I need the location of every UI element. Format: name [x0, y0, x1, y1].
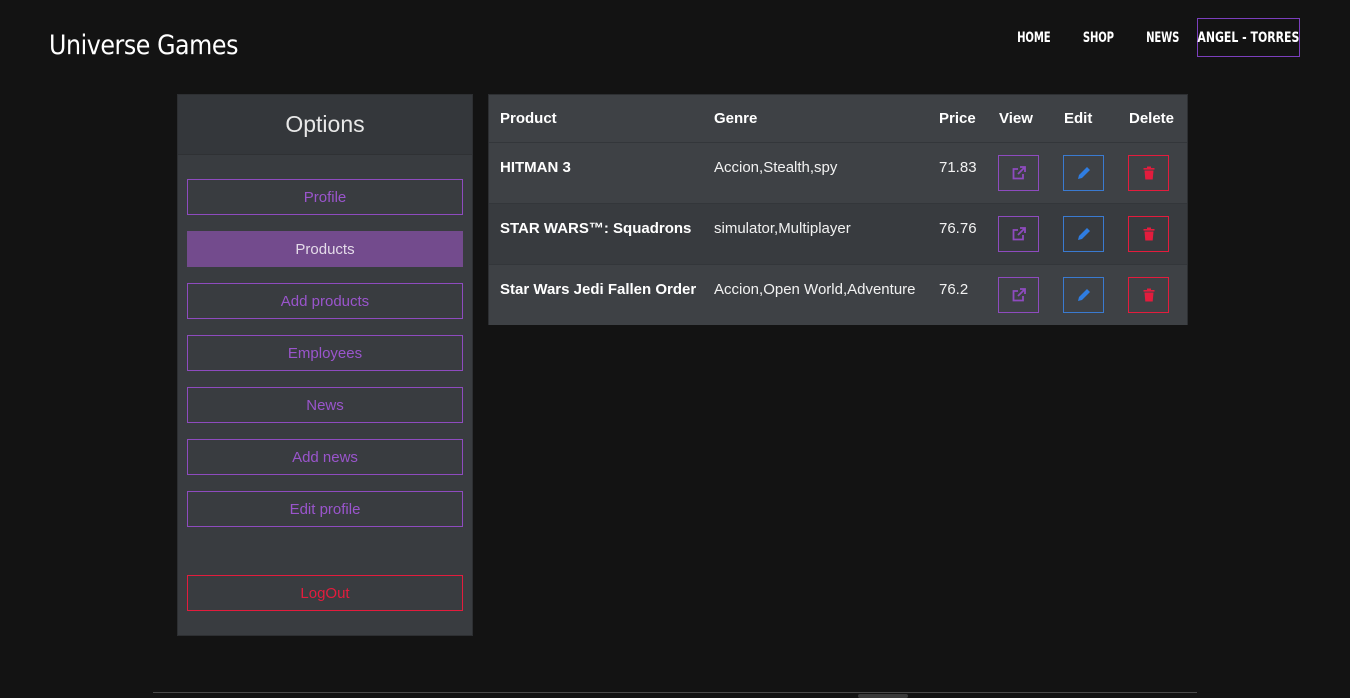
pencil-icon [1077, 288, 1090, 301]
footer-handle [858, 694, 908, 698]
product-price: 71.83 [928, 141, 988, 203]
external-link-icon [1012, 287, 1026, 301]
col-header-delete: Delete [1118, 95, 1187, 143]
col-header-price: Price [928, 95, 988, 143]
sidebar-item-employees[interactable]: Employees [187, 335, 463, 371]
edit-button[interactable] [1063, 154, 1104, 191]
table-header-row: Product Genre Price View Edit Delete [489, 95, 1187, 143]
trash-icon [1143, 166, 1154, 179]
table-row: HITMAN 3 Accion,Stealth,spy 71.83 [489, 141, 1187, 203]
footer-divider [153, 692, 1197, 693]
nav-news[interactable]: NEWS [1146, 30, 1179, 46]
col-header-view: View [988, 95, 1053, 143]
product-genre: Accion,Stealth,spy [703, 141, 928, 203]
trash-icon [1143, 288, 1154, 301]
product-price: 76.76 [928, 202, 988, 264]
table-row: Star Wars Jedi Fallen Order Accion,Open … [489, 263, 1187, 325]
table-row: STAR WARS™: Squadrons simulator,Multipla… [489, 202, 1187, 264]
logout-button[interactable]: LogOut [187, 575, 463, 611]
options-sidebar: Options Profile Products Add products Em… [177, 94, 473, 636]
nav-home[interactable]: HOME [1017, 30, 1050, 46]
sidebar-title: Options [178, 95, 472, 155]
delete-button[interactable] [1128, 215, 1169, 252]
sidebar-item-add-news[interactable]: Add news [187, 439, 463, 475]
col-header-product: Product [489, 95, 703, 143]
sidebar-item-add-products[interactable]: Add products [187, 283, 463, 319]
products-table: Product Genre Price View Edit Delete HIT… [489, 95, 1187, 325]
sidebar-item-edit-profile[interactable]: Edit profile [187, 491, 463, 527]
top-nav: HOME SHOP NEWS ANGEL - TORRES [989, 18, 1300, 57]
product-genre: simulator,Multiplayer [703, 202, 928, 264]
nav-shop[interactable]: SHOP [1083, 30, 1114, 46]
products-table-container: Product Genre Price View Edit Delete HIT… [488, 94, 1188, 325]
product-name: Star Wars Jedi Fallen Order [489, 263, 703, 325]
sidebar-item-profile[interactable]: Profile [187, 179, 463, 215]
user-name: ANGEL - TORRES [1197, 29, 1300, 46]
trash-icon [1143, 227, 1154, 240]
edit-button[interactable] [1063, 215, 1104, 252]
col-header-genre: Genre [703, 95, 928, 143]
delete-button[interactable] [1128, 276, 1169, 313]
external-link-icon [1012, 226, 1026, 240]
external-link-icon [1012, 165, 1026, 179]
pencil-icon [1077, 166, 1090, 179]
product-name: STAR WARS™: Squadrons [489, 202, 703, 264]
user-account-button[interactable]: ANGEL - TORRES [1197, 18, 1300, 57]
sidebar-item-news[interactable]: News [187, 387, 463, 423]
col-header-edit: Edit [1053, 95, 1118, 143]
view-button[interactable] [998, 215, 1039, 252]
pencil-icon [1077, 227, 1090, 240]
product-price: 76.2 [928, 263, 988, 325]
product-name: HITMAN 3 [489, 141, 703, 203]
delete-button[interactable] [1128, 154, 1169, 191]
view-button[interactable] [998, 154, 1039, 191]
product-genre: Accion,Open World,Adventure [703, 263, 928, 325]
edit-button[interactable] [1063, 276, 1104, 313]
view-button[interactable] [998, 276, 1039, 313]
site-logo[interactable]: Universe Games [49, 30, 238, 61]
sidebar-item-products[interactable]: Products [187, 231, 463, 267]
